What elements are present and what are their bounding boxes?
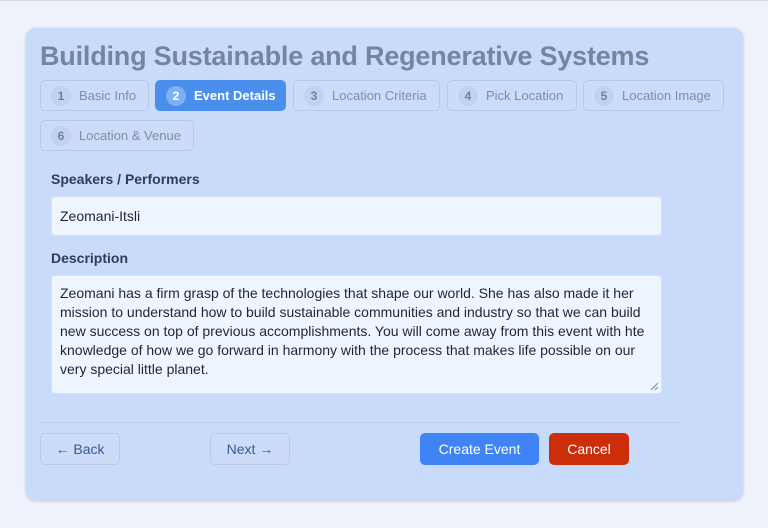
back-button[interactable]: ← Back xyxy=(40,433,120,465)
description-label: Description xyxy=(51,250,129,266)
step-number: 5 xyxy=(594,85,614,106)
step-label: Location & Venue xyxy=(79,128,181,143)
step-event-details[interactable]: 2 Event Details xyxy=(155,80,286,111)
resize-handle-icon[interactable] xyxy=(650,382,659,391)
top-border xyxy=(0,0,768,1)
step-label: Location Image xyxy=(622,88,711,103)
event-form-card: Building Sustainable and Regenerative Sy… xyxy=(26,28,743,500)
description-text: Zeomani has a firm grasp of the technolo… xyxy=(60,285,645,377)
cancel-button[interactable]: Cancel xyxy=(549,433,629,465)
step-label: Pick Location xyxy=(486,88,564,103)
step-location-image[interactable]: 5 Location Image xyxy=(583,80,724,111)
step-number: 4 xyxy=(458,85,478,106)
create-event-button[interactable]: Create Event xyxy=(420,433,539,465)
step-number: 6 xyxy=(51,125,71,146)
step-label: Basic Info xyxy=(79,88,137,103)
page-title: Building Sustainable and Regenerative Sy… xyxy=(40,41,650,71)
next-button[interactable]: Next → xyxy=(210,433,290,465)
step-label: Event Details xyxy=(194,88,276,103)
step-basic-info[interactable]: 1 Basic Info xyxy=(40,80,149,111)
speakers-input[interactable]: Zeomani-Itsli xyxy=(51,196,662,236)
step-location-venue[interactable]: 6 Location & Venue xyxy=(40,120,194,151)
step-label: Location Criteria xyxy=(332,88,427,103)
step-number: 3 xyxy=(304,85,324,106)
step-location-criteria[interactable]: 3 Location Criteria xyxy=(293,80,440,111)
description-textarea[interactable]: Zeomani has a firm grasp of the technolo… xyxy=(51,275,662,394)
step-pick-location[interactable]: 4 Pick Location xyxy=(447,80,577,111)
speakers-label: Speakers / Performers xyxy=(51,171,200,187)
step-number: 2 xyxy=(166,85,186,106)
divider xyxy=(40,422,680,423)
step-number: 1 xyxy=(51,85,71,106)
